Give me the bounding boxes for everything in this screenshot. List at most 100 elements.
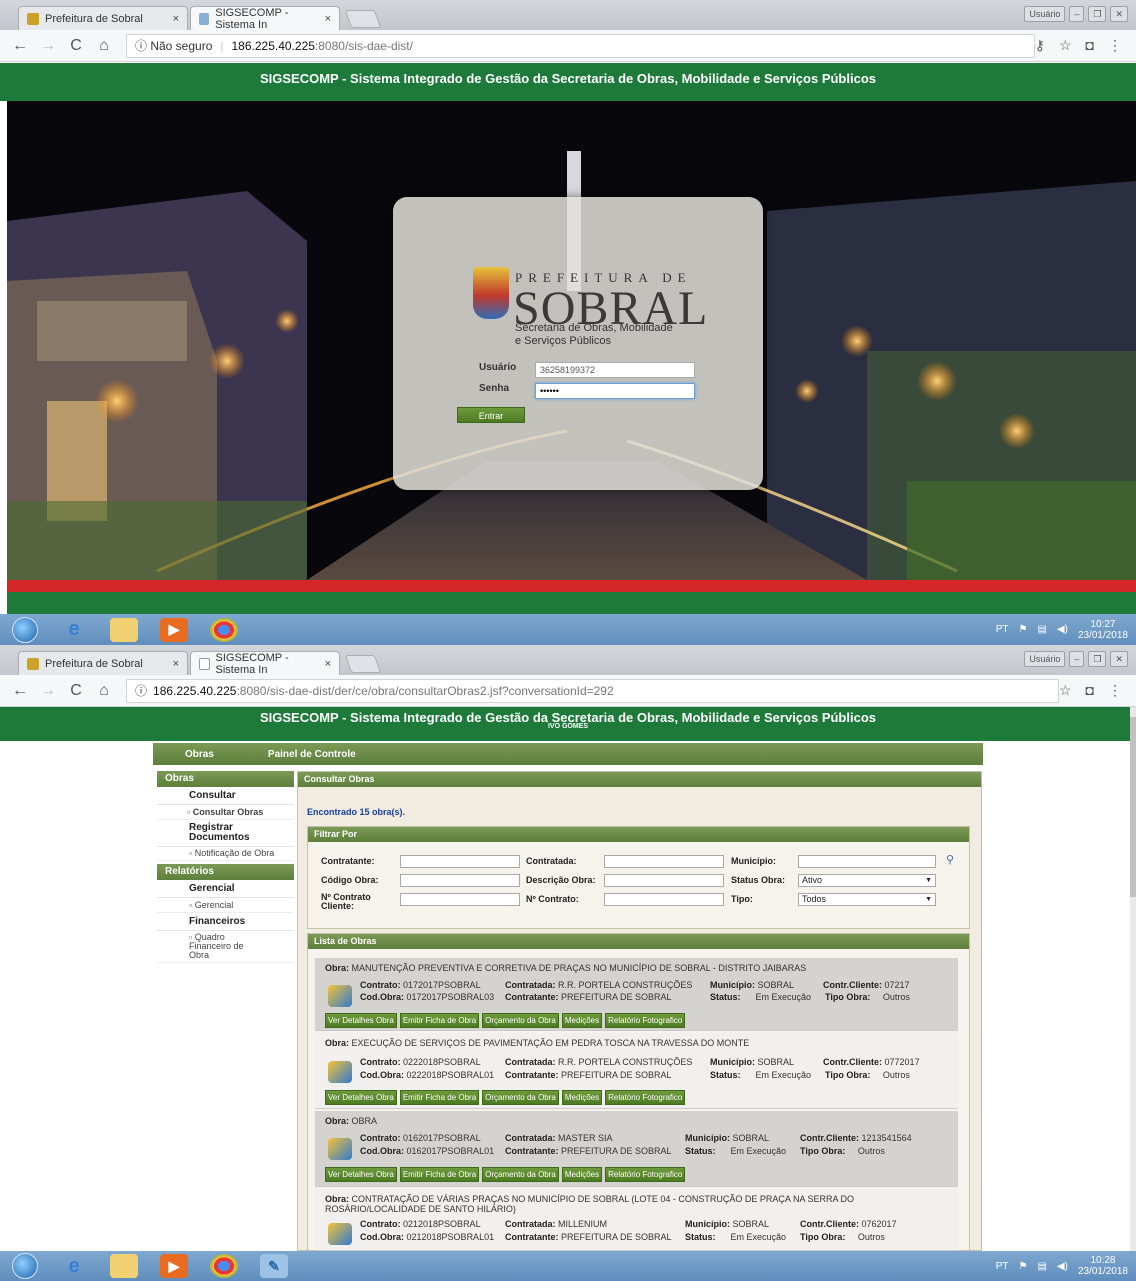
extension-icon[interactable]: ◘ [1086,37,1094,54]
sidebar-item-quadro[interactable]: Quadro Financeiro de Obra [157,931,294,963]
close-tab-icon[interactable]: × [173,658,179,670]
flag-icon[interactable]: ⚑ [1018,624,1027,635]
paint-icon[interactable]: ✎ [260,1254,288,1278]
network-icon[interactable]: ▤ [1037,1261,1046,1272]
login-button[interactable]: Entrar [457,407,525,423]
network-icon[interactable]: ▤ [1037,624,1046,635]
emitir-ficha-button[interactable]: Emitir Ficha de Obra [399,1167,480,1182]
profile-button[interactable]: Usuário [1024,6,1066,22]
home-icon[interactable]: ⌂ [96,37,112,55]
volume-icon[interactable]: ◀) [1057,1261,1068,1272]
media-player-icon[interactable]: ▶ [160,617,188,642]
relatorio-fotografico-button[interactable]: Relatório Fotografico [605,1013,686,1028]
ver-detalhes-button[interactable]: Ver Detalhes Obra [325,1013,397,1028]
sidebar-item-registrar[interactable]: Registrar Documentos [157,820,294,847]
close-window-button[interactable]: ✕ [1110,651,1128,667]
url-field[interactable]: ⓘ 186.225.40.225 :8080/sis-dae-dist/der/… [126,678,1059,703]
chrome-icon[interactable] [210,617,238,642]
close-tab-icon[interactable]: × [325,658,331,670]
descricao-input[interactable] [604,874,724,887]
bookmark-star-icon[interactable]: ☆ [1059,682,1072,699]
emitir-ficha-button[interactable]: Emitir Ficha de Obra [399,1013,480,1028]
tab-sigsecomp[interactable]: SIGSECOMP - Sistema In × [190,6,340,31]
security-indicator[interactable]: ⓘ [135,682,147,699]
user-input[interactable] [535,362,695,378]
tab-prefeitura[interactable]: Prefeitura de Sobral × [18,651,188,675]
sidebar-item-gerencial-sub[interactable]: Gerencial [157,898,294,913]
sidebar-item-gerencial[interactable]: Gerencial [157,880,294,898]
menu-obras[interactable]: Obras [185,749,214,760]
url-path: :8080/sis-dae-dist/ [314,38,413,53]
close-tab-icon[interactable]: × [325,13,331,25]
ver-detalhes-button[interactable]: Ver Detalhes Obra [325,1167,397,1182]
scrollbar-thumb[interactable] [1130,717,1136,897]
search-icon[interactable]: ⚲ [946,853,954,866]
ie-icon[interactable]: e [60,618,88,642]
ie-icon[interactable]: e [60,1254,88,1278]
municipio-input[interactable] [798,855,936,868]
reload-icon[interactable]: C [68,682,84,700]
sidebar-item-financeiros[interactable]: Financeiros [157,913,294,931]
new-tab-button[interactable] [344,655,382,673]
back-icon[interactable]: ← [12,682,28,700]
security-indicator[interactable]: ⓘ Não seguro [135,37,212,54]
tipo-select[interactable]: Todos [798,893,936,906]
clock[interactable]: 10:28 23/01/2018 [1078,1255,1128,1277]
profile-button[interactable]: Usuário [1024,651,1066,667]
contratante-input[interactable] [400,855,520,868]
start-button-icon[interactable] [12,616,38,643]
reload-icon[interactable]: C [68,37,84,55]
medicoes-button[interactable]: Medições [561,1090,603,1105]
explorer-icon[interactable] [110,1254,138,1278]
forward-icon[interactable]: → [40,682,56,700]
chrome-icon[interactable] [210,1254,238,1278]
status-select[interactable]: Ativo [798,874,936,887]
language-indicator[interactable]: PT [996,624,1009,635]
clock[interactable]: 10:27 23/01/2018 [1078,619,1128,641]
forward-icon[interactable]: → [40,37,56,55]
relatorio-fotografico-button[interactable]: Relatório Fotografico [605,1090,686,1105]
sidebar-item-consultar[interactable]: Consultar [157,787,294,805]
url-field[interactable]: ⓘ Não seguro | 186.225.40.225 :8080/sis-… [126,33,1035,58]
close-tab-icon[interactable]: × [173,13,179,25]
ncontrato-input[interactable] [604,893,724,906]
page-scrollbar[interactable] [1130,707,1136,1251]
site-banner-2: SIGSECOMP - Sistema Integrado de Gestão … [0,707,1136,741]
explorer-icon[interactable] [110,617,138,642]
back-icon[interactable]: ← [12,37,28,55]
minimize-button[interactable]: – [1069,6,1085,22]
emitir-ficha-button[interactable]: Emitir Ficha de Obra [399,1090,480,1105]
contratada-input[interactable] [604,855,724,868]
sidebar-item-consultar-obras[interactable]: Consultar Obras [157,805,294,820]
close-window-button[interactable]: ✕ [1110,6,1128,22]
extension-icon[interactable]: ◘ [1086,682,1094,699]
tab-sigsecomp[interactable]: SIGSECOMP - Sistema In × [190,651,340,676]
bookmark-star-icon[interactable]: ☆ [1059,37,1072,54]
orcamento-button[interactable]: Orçamento da Obra [482,1090,559,1105]
home-icon[interactable]: ⌂ [96,682,112,700]
menu-dots-icon[interactable]: ⋮ [1108,37,1122,54]
password-input[interactable] [535,383,695,399]
ver-detalhes-button[interactable]: Ver Detalhes Obra [325,1090,397,1105]
start-button-icon[interactable] [12,1253,38,1279]
ncontrato-cliente-input[interactable] [400,893,520,906]
sidebar-item-notificacao[interactable]: Notificação de Obra [157,847,294,861]
relatorio-fotografico-button[interactable]: Relatório Fotografico [605,1167,686,1182]
key-icon[interactable]: ⚷ [1035,37,1045,54]
tab-prefeitura[interactable]: Prefeitura de Sobral × [18,6,188,30]
language-indicator[interactable]: PT [996,1261,1009,1272]
minimize-button[interactable]: – [1069,651,1085,667]
menu-dots-icon[interactable]: ⋮ [1108,682,1122,699]
flag-icon[interactable]: ⚑ [1018,1261,1027,1272]
maximize-button[interactable]: ❐ [1088,651,1107,667]
medicoes-button[interactable]: Medições [561,1013,603,1028]
medicoes-button[interactable]: Medições [561,1167,603,1182]
orcamento-button[interactable]: Orçamento da Obra [482,1167,559,1182]
new-tab-button[interactable] [344,10,382,28]
maximize-button[interactable]: ❐ [1088,6,1107,22]
media-player-icon[interactable]: ▶ [160,1254,188,1278]
orcamento-button[interactable]: Orçamento da Obra [482,1013,559,1028]
menu-painel-controle[interactable]: Painel de Controle [268,749,356,760]
codigo-input[interactable] [400,874,520,887]
volume-icon[interactable]: ◀) [1057,624,1068,635]
